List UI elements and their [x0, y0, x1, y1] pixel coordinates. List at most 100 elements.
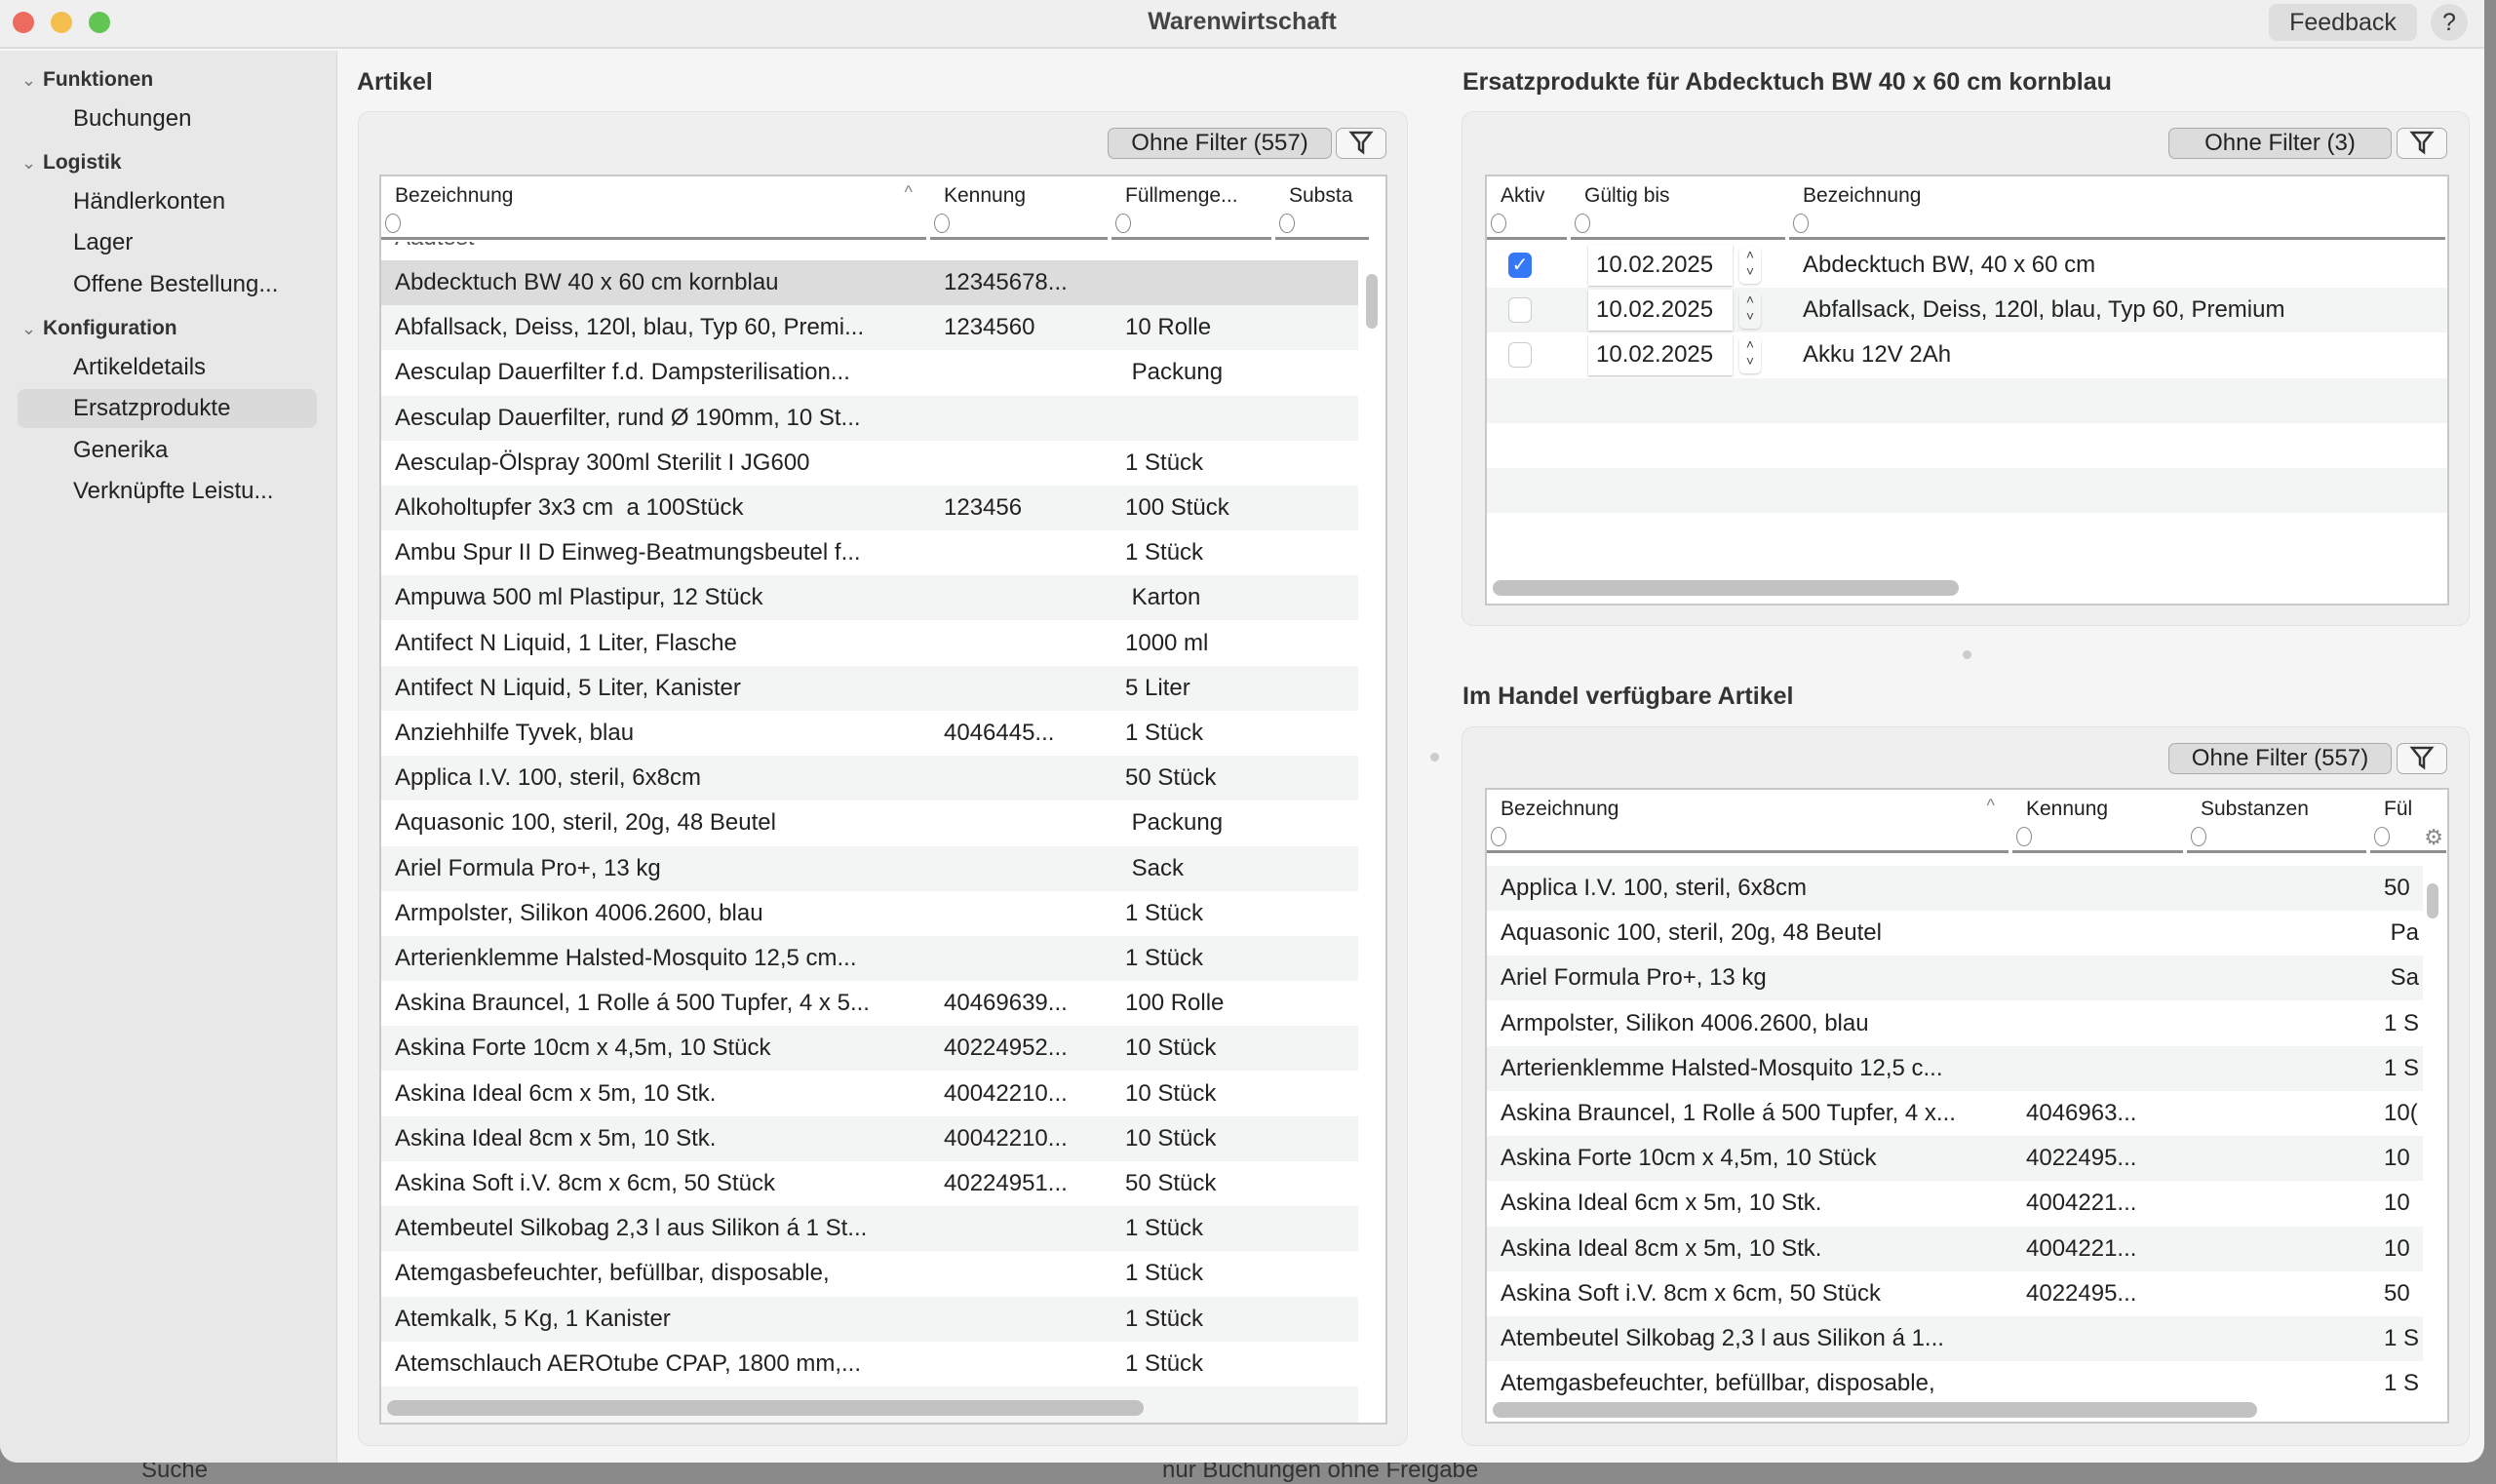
artikel-column-header[interactable]: Kennung [930, 176, 1108, 240]
table-row[interactable]: Armpolster, Silikon 4006.2600, blau 1 Stü… [381, 891, 1358, 936]
table-row[interactable]: Ampuwa 500 ml Plastipur, 12 Stück Karton [381, 575, 1358, 621]
column-filter-radio[interactable] [2191, 827, 2206, 846]
handel-column-header[interactable]: Substanzen [2187, 790, 2366, 853]
vertical-scrollbar[interactable] [2427, 883, 2438, 918]
artikel-filter-icon-button[interactable] [1336, 128, 1386, 159]
horizontal-scrollbar[interactable] [1493, 1402, 2257, 1418]
table-row[interactable]: Askina Soft i.V. 8cm x 6cm, 50 Stück 4022… [381, 1161, 1358, 1206]
table-row[interactable]: 10.02.2025 ˄ ˅ Abfallsack, Deiss, 120l, bla… [1487, 288, 2447, 333]
aktiv-checkbox[interactable]: ✓ [1508, 253, 1532, 278]
artikel-column-header[interactable]: Substa [1275, 176, 1369, 240]
cell-kennung: 40469639... [944, 990, 1068, 1017]
split-handle-vertical[interactable] [1963, 650, 1971, 659]
table-row[interactable]: Atemgasbefeuchter, befüllbar, disposable… [381, 1251, 1358, 1296]
horizontal-scrollbar[interactable] [387, 1400, 1144, 1416]
column-filter-radio[interactable] [1279, 214, 1295, 233]
table-row[interactable]: Antifect N Liquid, 5 Liter, Kanister 5 Li… [381, 665, 1358, 711]
table-row[interactable]: Askina Ideal 6cm x 5m, 10 Stk. 40042210..… [381, 1072, 1358, 1116]
table-row[interactable]: Aquasonic 100, steril, 20g, 48 Beutel Pa… [381, 801, 1358, 845]
table-row[interactable]: Atembeutel Silkobag 2,3 l aus Silikon á … [1487, 1316, 2423, 1361]
sidebar-item[interactable]: Artikeldetails [18, 348, 317, 387]
artikel-column-header[interactable]: Füllmenge... [1112, 176, 1271, 240]
help-button[interactable]: ? [2431, 4, 2468, 41]
table-row[interactable]: Antifect N Liquid, 1 Liter, Flasche 1000 … [381, 621, 1358, 666]
gueltig-bis-date-field[interactable]: 10.02.2025 [1588, 334, 1733, 376]
table-row[interactable]: Applica I.V. 100, steril, 6x8cm 50 Stück [381, 756, 1358, 801]
aktiv-checkbox[interactable] [1508, 297, 1532, 324]
date-stepper[interactable]: ˄ ˅ [1739, 336, 1761, 373]
table-row[interactable]: Atemschlauch AEROtube CPAP, 1800 mm,... 1… [381, 1342, 1358, 1386]
column-filter-radio[interactable] [385, 214, 401, 233]
column-filter-radio[interactable] [1793, 214, 1809, 233]
table-row[interactable]: Arterienklemme Halsted-Mosquito 12,5 c..… [1487, 1045, 2423, 1091]
table-row[interactable]: Ariel Formula Pro+, 13 kg Sack [381, 845, 1358, 891]
date-stepper[interactable]: ˄ ˅ [1739, 292, 1761, 329]
horizontal-scrollbar[interactable] [1493, 580, 1959, 596]
gear-icon[interactable]: ⚙ [2424, 825, 2443, 850]
table-row[interactable]: Atemgasbefeuchter, befüllbar, disposable… [1487, 1361, 2423, 1406]
gueltig-bis-date-field[interactable]: 10.02.2025 [1588, 290, 1733, 332]
table-row[interactable]: Anziehhilfe Tyvek, blau 4046445... 1 Stück [381, 711, 1358, 756]
table-row[interactable]: Arterienklemme Halsted-Mosquito 12,5 cm.… [381, 936, 1358, 981]
cell-bezeichnung: Askina Ideal 8cm x 5m, 10 Stk. [395, 1124, 717, 1152]
table-row[interactable]: Alkoholtupfer 3x3 cm a 100Stück 123456 100… [381, 486, 1358, 530]
ersatz-filter-icon-button[interactable] [2397, 128, 2447, 159]
table-row[interactable]: Abdecktuch BW 40 x 60 cm kornblau 1234567… [381, 260, 1358, 305]
column-filter-radio[interactable] [1115, 214, 1131, 233]
sidebar-item[interactable]: Generika [18, 431, 317, 470]
sidebar-group-0[interactable]: ⌄ Funktionen [21, 68, 153, 92]
sidebar-item[interactable]: Händlerkonten [18, 182, 317, 221]
aktiv-checkbox[interactable] [1508, 342, 1532, 369]
table-row[interactable]: Atembeutel Silkobag 2,3 l aus Silikon á … [381, 1206, 1358, 1252]
handel-filter-icon-button[interactable] [2397, 743, 2447, 774]
sidebar-item[interactable]: Ersatzprodukte [18, 389, 317, 428]
table-row[interactable]: Ariel Formula Pro+, 13 kg Sa [1487, 956, 2423, 1001]
table-row[interactable]: Askina Brauncel, 1 Rolle á 500 Tupfer, 4… [381, 981, 1358, 1026]
table-row[interactable]: 10.02.2025 ˄ ˅ Akku 12V 2Ah [1487, 332, 2447, 377]
sidebar-group-1[interactable]: ⌄ Logistik [21, 151, 122, 175]
table-row[interactable]: Aesculap Dauerfilter, rund Ø 190mm, 10 S… [381, 395, 1358, 441]
sidebar-item[interactable]: Buchungen [18, 99, 317, 138]
column-filter-radio[interactable] [2374, 827, 2390, 846]
ersatz-column-header[interactable]: Bezeichnung [1789, 176, 2445, 240]
table-row[interactable]: Askina Forte 10cm x 4,5m, 10 Stück 402249… [381, 1026, 1358, 1072]
column-filter-radio[interactable] [1491, 827, 1506, 846]
table-row[interactable]: Askina Ideal 6cm x 5m, 10 Stk. 4004221...… [1487, 1181, 2423, 1226]
table-row[interactable]: Askina Forte 10cm x 4,5m, 10 Stück 402249… [1487, 1136, 2423, 1182]
table-row[interactable]: Askina Ideal 8cm x 5m, 10 Stk. 4004221...… [1487, 1226, 2423, 1271]
table-row[interactable]: Abfallsack, Deiss, 120l, blau, Typ 60, P… [381, 305, 1358, 351]
ersatz-column-header[interactable]: Aktiv [1487, 176, 1567, 240]
handel-column-header[interactable]: Kennung [2012, 790, 2183, 853]
sidebar-group-2[interactable]: ⌄ Konfiguration [21, 317, 177, 340]
table-row[interactable]: Applica I.V. 100, steril, 6x8cm 50 [1487, 866, 2423, 911]
column-filter-radio[interactable] [2016, 827, 2032, 846]
table-row[interactable]: Askina Ideal 8cm x 5m, 10 Stk. 40042210..… [381, 1115, 1358, 1161]
table-row[interactable]: Askina Soft i.V. 8cm x 6cm, 50 Stück 4022… [1487, 1271, 2423, 1316]
column-filter-radio[interactable] [1575, 214, 1590, 233]
artikel-column-header[interactable]: Bezeichnung ^ [381, 176, 926, 240]
date-stepper[interactable]: ˄ ˅ [1739, 247, 1761, 284]
table-row[interactable]: ✓ 10.02.2025 ˄ ˅ Abdecktuch BW, 40 x 60 cm [1487, 243, 2447, 288]
table-row[interactable]: Ambu Spur II D Einweg-Beatmungsbeutel f.… [381, 530, 1358, 575]
ersatz-column-header[interactable]: Gültig bis [1571, 176, 1785, 240]
table-row[interactable]: Aesculap-Ölspray 300ml Sterilit I JG600 1… [381, 441, 1358, 486]
handel-filter-button[interactable]: Ohne Filter (557) [2168, 743, 2392, 774]
sidebar-item[interactable]: Lager [18, 223, 317, 262]
feedback-button[interactable]: Feedback [2269, 4, 2417, 41]
artikel-filter-button[interactable]: Ohne Filter (557) [1108, 128, 1332, 159]
column-filter-radio[interactable] [934, 214, 950, 233]
table-row[interactable]: Aquasonic 100, steril, 20g, 48 Beutel Pa [1487, 911, 2423, 956]
table-row[interactable]: Aesculap Dauerfilter f.d. Dampsterilisat… [381, 350, 1358, 395]
table-row[interactable]: Armpolster, Silikon 4006.2600, blau 1 S [1487, 1001, 2423, 1046]
split-handle[interactable] [1430, 753, 1439, 762]
vertical-scrollbar[interactable] [1366, 274, 1378, 329]
gueltig-bis-date-field[interactable]: 10.02.2025 [1588, 245, 1733, 286]
ersatz-filter-button[interactable]: Ohne Filter (3) [2168, 128, 2392, 159]
handel-column-header[interactable]: Bezeichnung ^ [1487, 790, 2008, 853]
table-row[interactable]: Atemkalk, 5 Kg, 1 Kanister 1 Stück [381, 1296, 1358, 1342]
sidebar-item[interactable]: Offene Bestellung... [18, 265, 317, 304]
sidebar-item[interactable]: Verknüpfte Leistu... [18, 472, 317, 511]
chevron-down-icon: ⌄ [21, 70, 37, 90]
column-filter-radio[interactable] [1491, 214, 1506, 233]
table-row[interactable]: Askina Brauncel, 1 Rolle á 500 Tupfer, 4… [1487, 1091, 2423, 1136]
